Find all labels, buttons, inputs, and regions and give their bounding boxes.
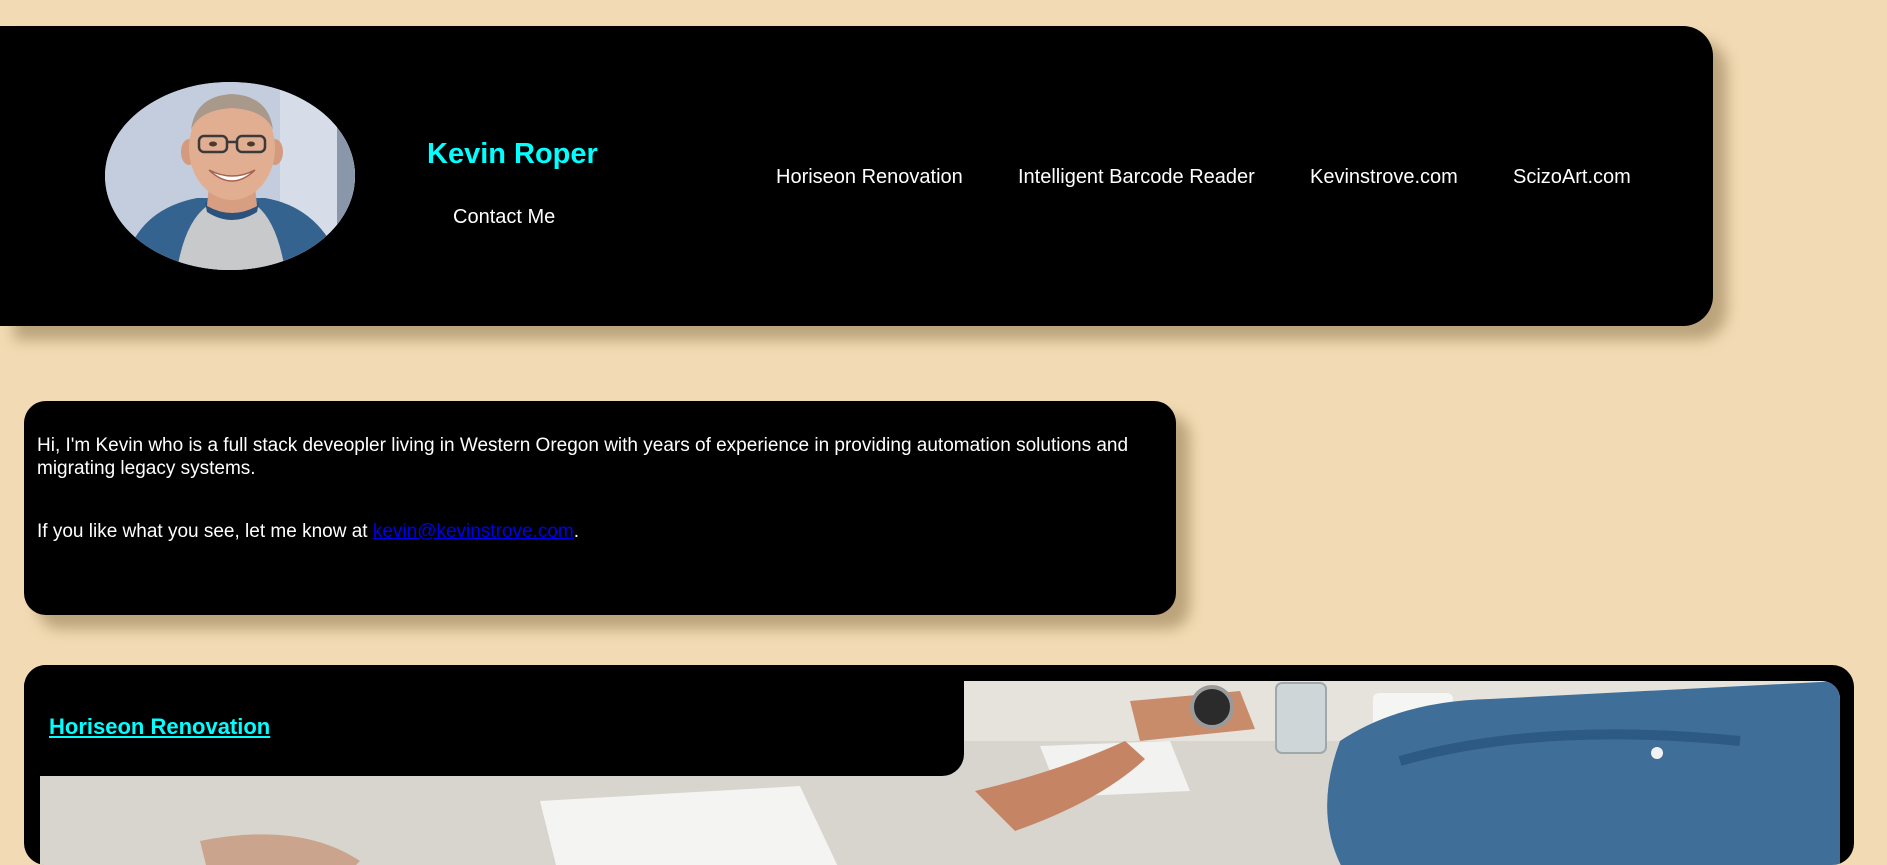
about-section: Hi, I'm Kevin who is a full stack deveop… bbox=[24, 401, 1176, 615]
about-cta: If you like what you see, let me know at… bbox=[37, 520, 1162, 543]
nav-link-horiseon-renovation[interactable]: Horiseon Renovation bbox=[776, 166, 963, 189]
about-cta-prefix: If you like what you see, let me know at bbox=[37, 521, 373, 542]
project-title-panel: Horiseon Renovation bbox=[24, 665, 964, 776]
site-header: Kevin Roper Contact Me Horiseon Renovati… bbox=[0, 26, 1713, 326]
project-title-link[interactable]: Horiseon Renovation bbox=[49, 714, 270, 740]
about-cta-suffix: . bbox=[573, 521, 580, 542]
nav-link-kevinstrove[interactable]: Kevinstrove.com bbox=[1310, 166, 1458, 189]
project-card: Horiseon Renovation bbox=[24, 665, 1854, 865]
email-link[interactable]: kevin@kevinstrove.com bbox=[373, 521, 574, 542]
nav-link-scizoart[interactable]: ScizoArt.com bbox=[1513, 166, 1631, 189]
portrait-photo-icon bbox=[105, 82, 355, 270]
avatar bbox=[105, 82, 355, 270]
nav-link-intelligent-barcode-reader[interactable]: Intelligent Barcode Reader bbox=[1018, 166, 1255, 189]
contact-me-link[interactable]: Contact Me bbox=[453, 206, 555, 229]
about-intro: Hi, I'm Kevin who is a full stack deveop… bbox=[37, 435, 1129, 479]
page-title: Kevin Roper bbox=[427, 138, 598, 170]
